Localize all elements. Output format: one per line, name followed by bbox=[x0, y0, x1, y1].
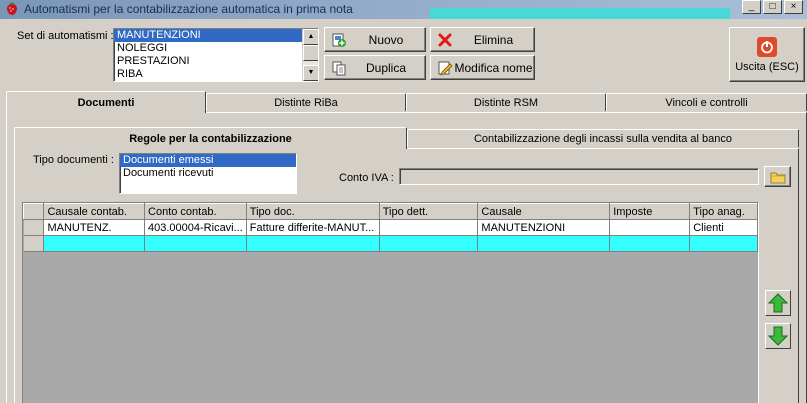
set-item[interactable]: PRESTAZIONI bbox=[114, 55, 318, 68]
row-header[interactable] bbox=[23, 235, 45, 252]
edit-icon bbox=[438, 61, 453, 76]
scroll-thumb[interactable] bbox=[303, 45, 318, 61]
table-cell[interactable] bbox=[477, 235, 611, 252]
table-cell[interactable] bbox=[609, 219, 691, 236]
table-cell[interactable]: MANUTENZIONI bbox=[477, 219, 611, 236]
uscita-label: Uscita (ESC) bbox=[735, 60, 799, 73]
green-up-arrow-icon bbox=[767, 293, 789, 313]
rules-table: Causale contab. Conto contab. Tipo doc. … bbox=[23, 203, 758, 252]
duplica-label: Duplica bbox=[365, 60, 407, 75]
power-icon bbox=[757, 36, 777, 57]
background-window-strip bbox=[430, 8, 730, 19]
table-cell[interactable] bbox=[379, 235, 479, 252]
table-cell[interactable] bbox=[246, 235, 380, 252]
column-header[interactable]: Causale contab. bbox=[43, 203, 146, 220]
duplica-button[interactable]: Duplica bbox=[324, 55, 426, 80]
elimina-label: Elimina bbox=[473, 32, 514, 47]
rules-grid[interactable]: Causale contab. Conto contab. Tipo doc. … bbox=[22, 202, 759, 403]
set-label: Set di automatismi : bbox=[17, 30, 114, 42]
table-row-new[interactable] bbox=[23, 235, 758, 252]
green-down-arrow-icon bbox=[767, 326, 789, 346]
close-button[interactable]: × bbox=[784, 0, 803, 14]
set-list-scrollbar[interactable]: ▲ ▼ bbox=[302, 29, 318, 81]
table-cell[interactable] bbox=[144, 235, 247, 252]
column-header[interactable]: Tipo dett. bbox=[378, 203, 479, 220]
table-cell[interactable]: Fatture differite-MANUT... bbox=[246, 219, 380, 236]
tipo-documenti-listbox[interactable]: Documenti emessi Documenti ricevuti bbox=[119, 153, 297, 194]
row-header[interactable] bbox=[23, 219, 45, 236]
modifica-nome-label: Modifica nome bbox=[454, 60, 533, 75]
tab-documenti[interactable]: Documenti bbox=[6, 91, 206, 113]
table-cell[interactable]: 403.00004-Ricavi... bbox=[144, 219, 247, 236]
scroll-down-icon[interactable]: ▼ bbox=[303, 65, 318, 81]
set-listbox[interactable]: MANUTENZIONI NOLEGGI PRESTAZIONI RIBA ▲ … bbox=[113, 28, 319, 82]
minimize-button[interactable]: _ bbox=[742, 0, 761, 14]
table-cell[interactable] bbox=[43, 235, 146, 252]
strawberry-icon bbox=[7, 2, 17, 15]
tipo-documenti-item[interactable]: Documenti emessi bbox=[120, 154, 296, 167]
conto-iva-field[interactable] bbox=[399, 168, 759, 185]
tab-incassi-vendita-banco[interactable]: Contabilizzazione degli incassi sulla ve… bbox=[407, 129, 799, 147]
column-header[interactable]: Conto contab. bbox=[144, 203, 247, 220]
tab-distinte-riba[interactable]: Distinte RiBa bbox=[206, 93, 406, 111]
table-row[interactable]: MANUTENZ. 403.00004-Ricavi... Fatture di… bbox=[23, 219, 758, 236]
title-bar: Automatismi per la contabilizzazione aut… bbox=[0, 0, 807, 19]
row-header-corner bbox=[23, 203, 45, 220]
conto-iva-label: Conto IVA : bbox=[339, 172, 394, 184]
add-page-icon bbox=[332, 33, 346, 47]
modifica-nome-button[interactable]: Modifica nome bbox=[430, 55, 535, 80]
column-header[interactable]: Imposte bbox=[609, 203, 691, 220]
table-cell[interactable] bbox=[609, 235, 691, 252]
tab-distinte-rsm[interactable]: Distinte RSM bbox=[406, 93, 606, 111]
table-cell[interactable] bbox=[689, 235, 758, 252]
set-item[interactable]: NOLEGGI bbox=[114, 42, 318, 55]
set-item[interactable]: MANUTENZIONI bbox=[114, 29, 318, 42]
table-cell[interactable]: MANUTENZ. bbox=[43, 219, 146, 236]
tipo-documenti-label: Tipo documenti : bbox=[33, 154, 114, 166]
move-up-button[interactable] bbox=[765, 290, 791, 316]
maximize-button[interactable]: □ bbox=[763, 0, 782, 14]
tipo-documenti-item[interactable]: Documenti ricevuti bbox=[120, 167, 296, 180]
window-title: Automatismi per la contabilizzazione aut… bbox=[24, 2, 353, 16]
column-header[interactable]: Tipo doc. bbox=[245, 203, 380, 220]
column-header[interactable]: Causale bbox=[477, 203, 611, 220]
nuovo-button[interactable]: Nuovo bbox=[324, 27, 426, 52]
scroll-up-icon[interactable]: ▲ bbox=[303, 29, 318, 45]
elimina-button[interactable]: Elimina bbox=[430, 27, 535, 52]
set-item[interactable]: RIBA bbox=[114, 68, 318, 81]
uscita-button[interactable]: Uscita (ESC) bbox=[729, 27, 805, 82]
column-header[interactable]: Tipo anag. bbox=[689, 203, 758, 220]
tab-regole-contabilizzazione[interactable]: Regole per la contabilizzazione bbox=[14, 127, 407, 149]
table-cell[interactable] bbox=[379, 219, 479, 236]
folder-icon bbox=[770, 172, 785, 183]
move-down-button[interactable] bbox=[765, 323, 791, 349]
copy-icon bbox=[332, 61, 346, 75]
conto-iva-browse-button[interactable] bbox=[764, 166, 791, 187]
nuovo-label: Nuovo bbox=[368, 32, 404, 47]
red-x-icon bbox=[438, 33, 452, 46]
tab-vincoli-controlli[interactable]: Vincoli e controlli bbox=[606, 93, 807, 111]
table-cell[interactable]: Clienti bbox=[689, 219, 758, 236]
